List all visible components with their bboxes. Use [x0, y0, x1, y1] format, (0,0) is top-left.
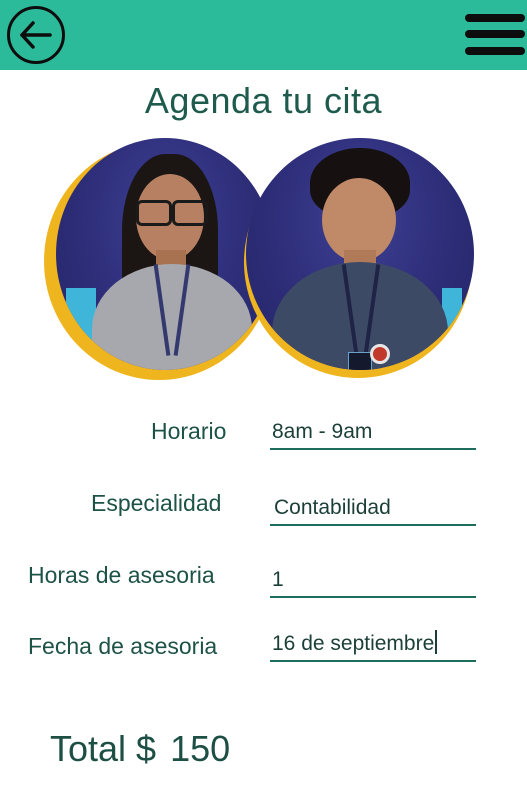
- top-bar: [0, 0, 527, 70]
- horario-field[interactable]: 8am - 9am: [270, 416, 476, 450]
- fecha-value: 16 de septiembre: [272, 630, 438, 656]
- especialidad-field[interactable]: Contabilidad: [270, 492, 476, 526]
- horas-value: 1: [272, 568, 284, 591]
- total: Total $ 150: [50, 728, 230, 770]
- horas-field[interactable]: 1: [270, 564, 476, 598]
- hamburger-menu-icon[interactable]: [465, 12, 527, 60]
- advisor-photo-right[interactable]: [246, 138, 474, 370]
- fecha-field[interactable]: 16 de septiembre: [270, 628, 476, 662]
- fecha-value-text: 16 de septiembre: [272, 632, 435, 655]
- horas-label: Horas de asesoria: [28, 562, 215, 588]
- total-label: Total $: [50, 728, 157, 769]
- page-title: Agenda tu cita: [144, 80, 383, 121]
- advisor-photo-left[interactable]: [56, 138, 274, 370]
- especialidad-label: Especialidad: [91, 490, 222, 516]
- total-amount: 150: [170, 728, 231, 769]
- especialidad-value: Contabilidad: [274, 496, 391, 519]
- back-button[interactable]: [7, 6, 65, 64]
- text-cursor: [435, 630, 438, 654]
- horario-value: 8am - 9am: [272, 420, 373, 443]
- arrow-left-icon: [20, 21, 52, 49]
- fecha-label: Fecha de asesoria: [28, 633, 218, 659]
- appointment-screen: Agenda tu cita Horario 8am - 9am Especia…: [0, 0, 527, 809]
- horario-label: Horario: [151, 418, 227, 444]
